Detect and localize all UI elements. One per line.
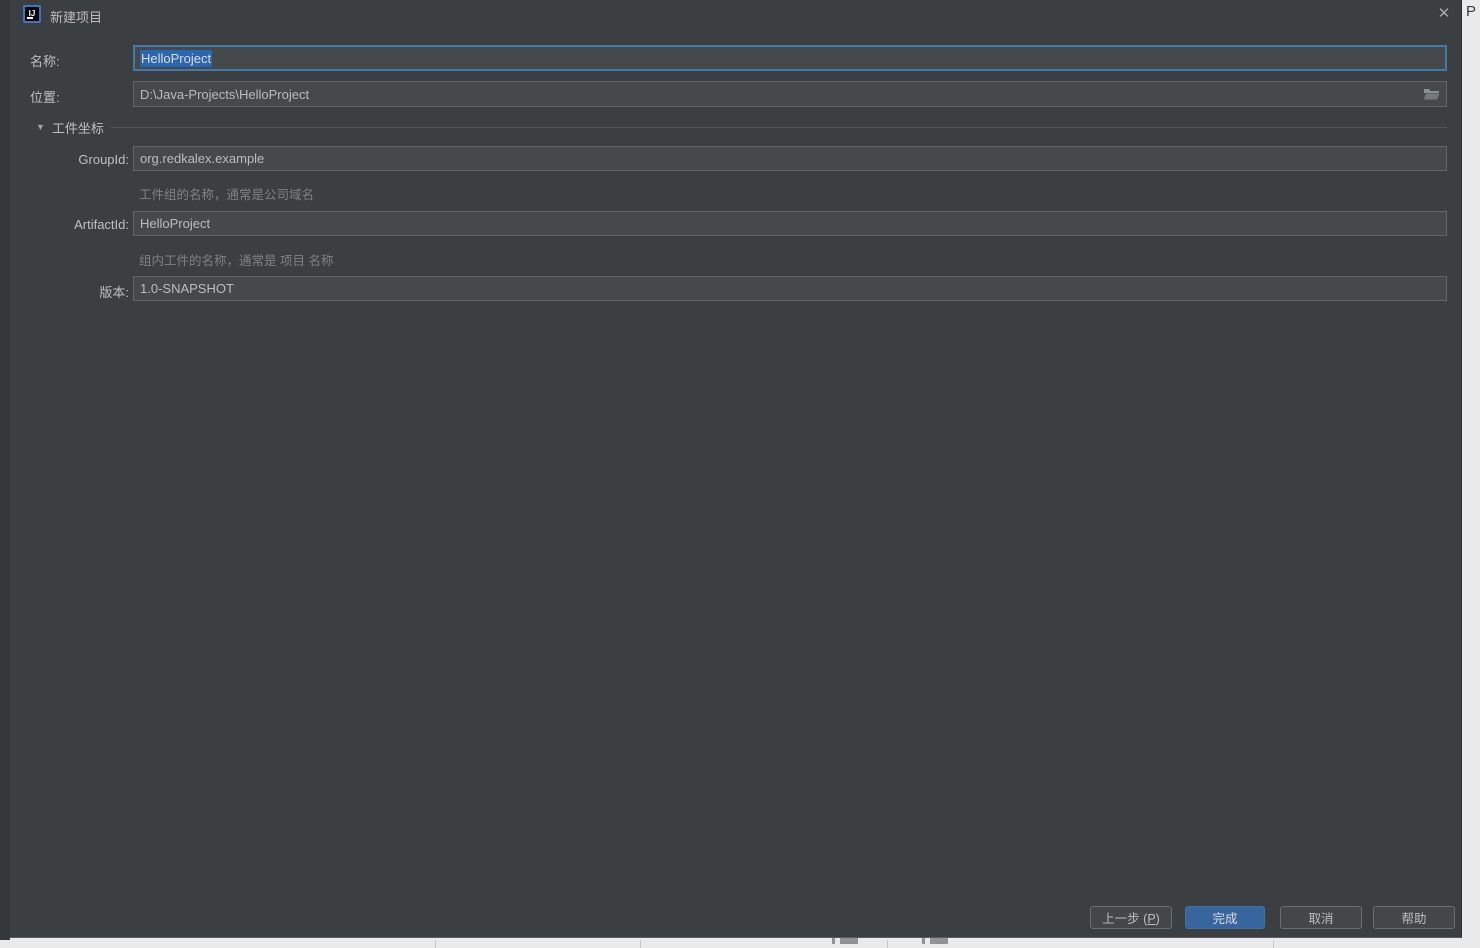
artifactid-input[interactable]: HelloProject xyxy=(133,211,1447,236)
help-button[interactable]: 帮助 xyxy=(1373,906,1455,929)
dialog-titlebar[interactable]: IJ 新建项目 ✕ xyxy=(10,0,1461,28)
finish-button[interactable]: 完成 xyxy=(1185,906,1265,929)
clipped-background-text xyxy=(918,938,956,944)
version-label: 版本: xyxy=(30,282,129,301)
artifact-coordinates-section-toggle[interactable]: ▼ 工件坐标 xyxy=(36,119,104,135)
background-column-divider xyxy=(640,940,641,948)
clipped-background-text xyxy=(828,938,866,944)
artifactid-input-value: HelloProject xyxy=(140,216,210,231)
chevron-down-icon: ▼ xyxy=(36,122,45,132)
previous-step-mnemonic: P xyxy=(1147,912,1155,926)
groupid-input[interactable]: org.redkalex.example xyxy=(133,146,1447,171)
intellij-logo-icon: IJ xyxy=(23,5,41,23)
background-partial-text: P xyxy=(1466,3,1476,20)
previous-step-button[interactable]: 上一步 (P) xyxy=(1090,906,1172,929)
groupid-hint: 工件组的名称，通常是公司域名 xyxy=(139,184,314,203)
background-column-divider xyxy=(1273,940,1274,948)
previous-step-label: 上一步 ( xyxy=(1102,912,1147,926)
section-divider xyxy=(110,127,1447,128)
background-column-divider xyxy=(887,940,888,948)
new-project-dialog: IJ 新建项目 ✕ 名称: HelloProject 位置: D:\Java-P… xyxy=(10,0,1462,938)
artifact-coordinates-section-title: 工件坐标 xyxy=(52,118,104,137)
dialog-title: 新建项目 xyxy=(50,7,102,26)
cancel-button[interactable]: 取消 xyxy=(1280,906,1362,929)
browse-folder-icon[interactable] xyxy=(1423,87,1440,101)
groupid-label: GroupId: xyxy=(30,152,129,167)
previous-step-label-suffix: ) xyxy=(1156,912,1160,926)
location-input-value: D:\Java-Projects\HelloProject xyxy=(140,87,309,102)
close-icon[interactable]: ✕ xyxy=(1434,4,1454,24)
background-window-edge xyxy=(0,0,10,940)
artifactid-hint: 组内工件的名称，通常是 项目 名称 xyxy=(139,250,333,269)
name-label: 名称: xyxy=(30,51,60,70)
name-input-selected-text: HelloProject xyxy=(140,50,212,67)
groupid-input-value: org.redkalex.example xyxy=(140,151,264,166)
background-column-divider xyxy=(435,940,436,948)
version-input-value: 1.0-SNAPSHOT xyxy=(140,281,234,296)
name-input[interactable]: HelloProject xyxy=(133,45,1447,71)
location-input[interactable]: D:\Java-Projects\HelloProject xyxy=(133,81,1447,107)
artifactid-label: ArtifactId: xyxy=(30,217,129,232)
version-input[interactable]: 1.0-SNAPSHOT xyxy=(133,276,1447,301)
location-label: 位置: xyxy=(30,87,60,106)
